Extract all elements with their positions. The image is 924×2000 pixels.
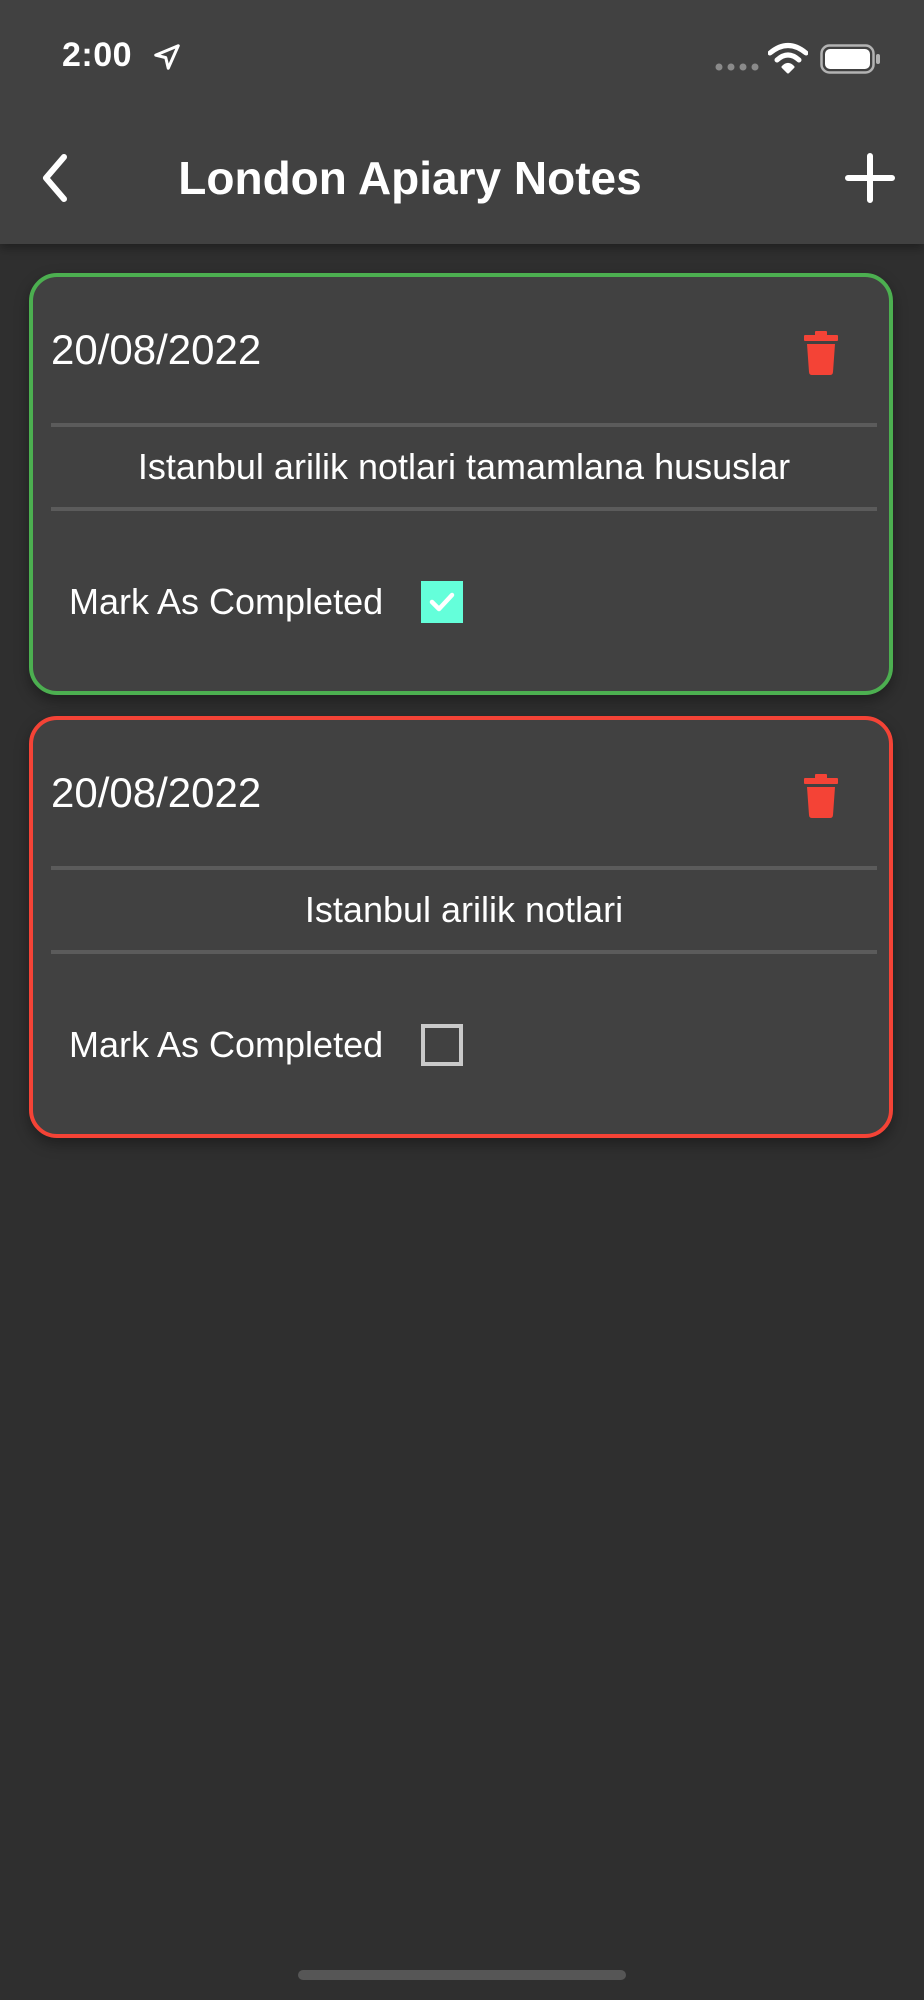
delete-note-button[interactable] xyxy=(797,327,845,379)
plus-icon xyxy=(845,153,895,203)
battery-icon xyxy=(820,44,880,74)
status-time: 2:00 xyxy=(62,36,133,74)
divider xyxy=(51,507,877,511)
location-arrow-icon xyxy=(154,44,180,70)
note-date: 20/08/2022 xyxy=(51,326,262,373)
delete-note-button[interactable] xyxy=(797,770,845,822)
completed-checkbox[interactable] xyxy=(421,581,464,623)
note-card: 20/08/2022 Istanbul arilik notlari Mark … xyxy=(29,716,893,1138)
note-card: 20/08/2022 Istanbul arilik notlari tamam… xyxy=(29,273,893,695)
wifi-icon xyxy=(768,43,808,74)
trash-icon xyxy=(804,331,838,375)
mark-completed-row: Mark As Completed xyxy=(69,1020,464,1070)
mark-completed-label: Mark As Completed xyxy=(69,1024,384,1065)
trash-icon xyxy=(804,774,838,818)
add-note-button[interactable] xyxy=(840,148,900,208)
signal-dots-icon xyxy=(715,63,759,71)
top-bar: 2:00 London Apiary Notes xyxy=(0,0,924,244)
mark-completed-row: Mark As Completed xyxy=(69,577,464,627)
note-text: Istanbul arilik notlari tamamlana hususl… xyxy=(137,446,791,487)
mark-completed-label: Mark As Completed xyxy=(69,581,384,622)
divider xyxy=(51,950,877,954)
note-date: 20/08/2022 xyxy=(51,769,262,816)
completed-checkbox[interactable] xyxy=(421,1024,464,1066)
checkmark-icon xyxy=(429,592,455,612)
page-title: London Apiary Notes xyxy=(178,152,642,204)
app-screen: 2:00 London Apiary Notes 20/08/2022 Ista… xyxy=(0,0,924,2000)
note-text: Istanbul arilik notlari xyxy=(304,889,624,930)
home-indicator[interactable] xyxy=(298,1970,626,1980)
